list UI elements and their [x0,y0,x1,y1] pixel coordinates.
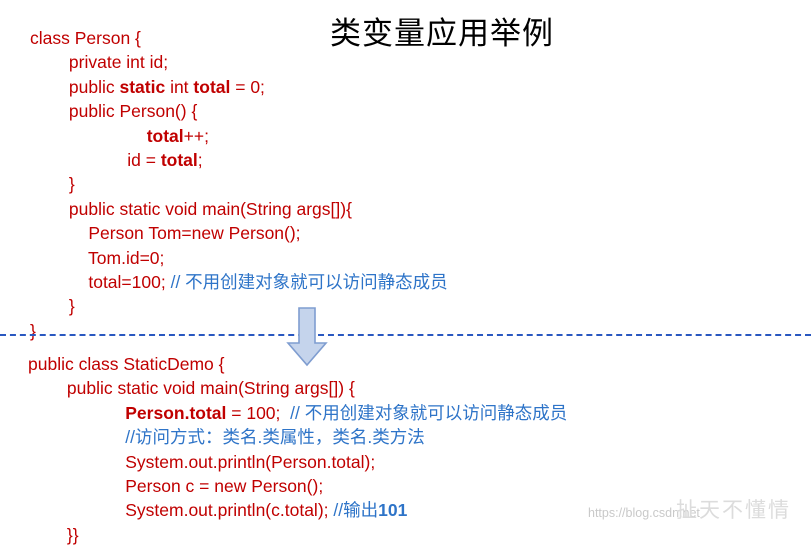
code-token: class Person { [30,28,141,48]
code-token: int [165,76,194,97]
code-line: System.out.println(Person.total); [28,450,567,474]
code-token: private int id; [30,52,169,73]
code-token: } [30,296,75,317]
code-token: ; [197,150,203,171]
code-token: Person c = new Person(); [28,476,324,497]
code-token: }} [28,524,79,545]
code-line: public static void main(String args[]){ [30,197,448,221]
section-divider [0,334,811,336]
code-line: public static void main(String args[]) { [28,376,567,400]
code-line: } [30,319,448,343]
code-line: total=100; // 不用创建对象就可以访问静态成员 [30,270,448,294]
code-token: total [146,125,184,146]
code-token: = 0; [230,76,265,97]
code-token: Tom.id=0; [30,247,165,268]
code-line: Tom.id=0; [30,246,448,270]
code-token: // 不用创建对象就可以访问静态成员 [170,272,448,293]
code-line: id = total; [30,148,448,172]
code-line: private int id; [30,50,448,74]
code-line: public Person() { [30,99,448,123]
code-token: //输出 [333,500,379,521]
code-line: public class StaticDemo { [28,352,567,376]
code-line: //访问方式：类名.类属性，类名.类方法 [28,425,567,449]
code-token: // 不用创建对象就可以访问静态成员 [290,402,568,423]
code-token: } [30,174,75,195]
code-token: total=100; [30,272,171,293]
code-token: total [193,76,231,97]
top-code-block: class Person { private int id; public st… [30,26,448,343]
code-token: public static void main(String args[]) { [28,378,355,399]
code-token: public [30,76,120,97]
code-token: Person.total [125,402,227,423]
code-line: total++; [30,124,448,148]
code-line: Person c = new Person(); [28,474,567,498]
code-line: public static int total = 0; [30,75,448,99]
code-token: Person Tom=new Person(); [30,223,301,244]
bottom-code-block: public class StaticDemo { public static … [28,352,567,547]
code-line: } [30,172,448,196]
slide-canvas: 类变量应用举例 class Person { private int id; p… [0,0,811,545]
code-token: static [119,76,166,97]
code-line: }} [28,523,567,547]
code-token: = 100; [226,402,291,423]
code-token: System.out.println(c.total); [28,500,334,521]
code-line: class Person { [30,26,448,50]
code-token: public class StaticDemo { [28,354,225,374]
code-token: } [30,320,36,341]
code-line: Person.total = 100; // 不用创建对象就可以访问静态成员 [28,401,567,425]
code-line: Person Tom=new Person(); [30,221,448,245]
watermark-author: 扯天不懂情 [676,498,791,522]
code-token: //访问方式：类名.类属性，类名.类方法 [125,427,425,448]
code-line: } [30,294,448,318]
code-token: ++; [183,125,209,146]
code-line: System.out.println(c.total); //输出101 [28,498,567,522]
code-token: 101 [378,500,408,521]
code-token: System.out.println(Person.total); [28,451,376,472]
code-token: public static void main(String args[]){ [30,198,352,219]
code-token: id = [30,150,161,171]
code-token: total [160,150,198,171]
code-token: public Person() { [30,101,198,122]
